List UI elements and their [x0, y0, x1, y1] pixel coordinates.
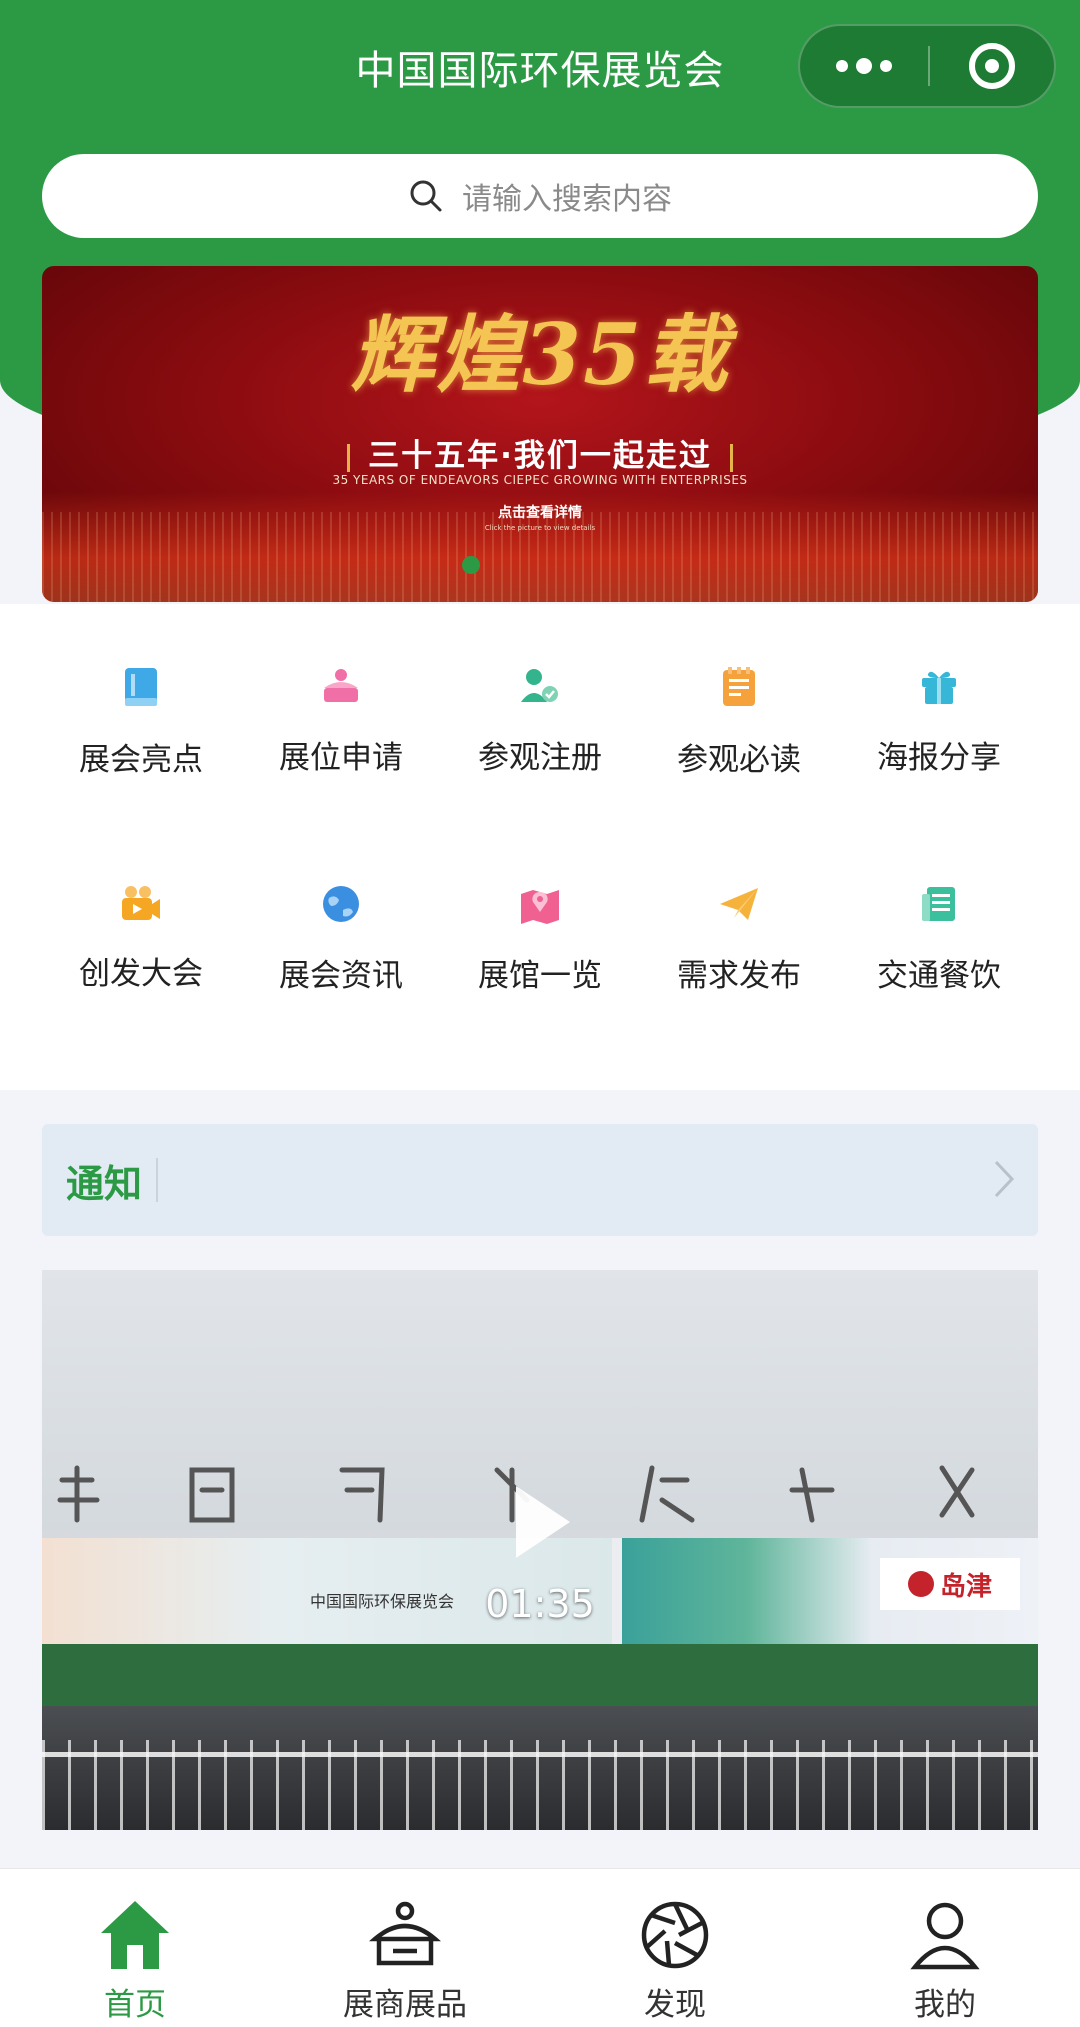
tab-exhibitors[interactable]: 展商展品: [270, 1869, 540, 2027]
menu-item-conference[interactable]: 创发大会: [33, 822, 249, 992]
notice-divider: [156, 1158, 159, 1202]
notepad-icon: [715, 666, 763, 708]
search-icon: [410, 180, 442, 212]
menu-item-demand-publish[interactable]: 需求发布: [631, 822, 847, 994]
bottom-tab-bar: 首页 展商展品 发现 我的: [0, 1868, 1080, 2027]
menu-item-visitor-guide[interactable]: 参观必读: [631, 604, 847, 778]
tab-home[interactable]: 首页: [0, 1869, 270, 2027]
banner-headline: 辉煌35载: [350, 305, 730, 404]
gift-icon: [915, 666, 963, 706]
person-icon: [909, 1895, 981, 1975]
green-umbrellas: [42, 1644, 1038, 1714]
notice-title: 通知: [66, 1161, 143, 1206]
search-bar[interactable]: 请输入搜索内容: [42, 154, 1038, 238]
globe-icon: [317, 884, 365, 924]
booth-icon: [317, 666, 365, 706]
menu-item-hall-overview[interactable]: 展馆一览: [432, 822, 648, 994]
banner-subtitle: 三十五年·我们一起走过: [42, 430, 1038, 475]
aperture-icon: [639, 1895, 711, 1975]
more-dots-icon[interactable]: [800, 58, 928, 74]
carousel-dot-active[interactable]: [462, 556, 480, 574]
home-icon: [97, 1895, 173, 1975]
newspaper-icon: [915, 884, 963, 924]
book-icon: [117, 666, 165, 708]
tab-mine[interactable]: 我的: [810, 1869, 1080, 2027]
banner-cta-english: Click the picture to view details: [484, 524, 596, 532]
feature-menu-grid: 展会亮点 展位申请 参观注册 参观必读 海报分享 创发大会 展会资讯 展馆一览 …: [0, 604, 1080, 1090]
video-camera-icon: [117, 884, 165, 922]
menu-item-highlights[interactable]: 展会亮点: [33, 604, 249, 778]
banner-english: 35 YEARS OF ENDEAVORS CIEPEC GROWING WIT…: [332, 473, 748, 487]
notice-bar[interactable]: 通知: [42, 1124, 1038, 1236]
tab-discover[interactable]: 发现: [540, 1869, 810, 2027]
menu-item-news[interactable]: 展会资讯: [233, 822, 449, 994]
exhibitor-icon: [369, 1895, 441, 1975]
promo-banner[interactable]: 辉煌35载 三十五年·我们一起走过 35 YEARS OF ENDEAVORS …: [42, 266, 1038, 602]
mini-program-capsule: [798, 24, 1056, 108]
menu-item-booth-apply[interactable]: 展位申请: [233, 604, 449, 776]
search-placeholder: 请输入搜索内容: [462, 182, 672, 217]
paper-plane-icon: [715, 884, 763, 924]
railing-top: [42, 1752, 1038, 1757]
target-close-icon[interactable]: [930, 43, 1054, 89]
video-duration: 01:35: [485, 1582, 595, 1626]
user-register-icon: [516, 666, 564, 706]
menu-item-visitor-register[interactable]: 参观注册: [432, 604, 648, 776]
video-player[interactable]: 中国国际环保展览会 岛津 01:35: [42, 1270, 1038, 1830]
map-pin-icon: [516, 884, 564, 924]
play-icon[interactable]: [510, 1482, 574, 1562]
chevron-right-icon: [994, 1160, 1015, 1198]
banner-cta: 点击查看详情: [498, 505, 582, 521]
menu-item-transport-dining[interactable]: 交通餐饮: [831, 822, 1047, 994]
menu-item-poster-share[interactable]: 海报分享: [831, 604, 1047, 776]
